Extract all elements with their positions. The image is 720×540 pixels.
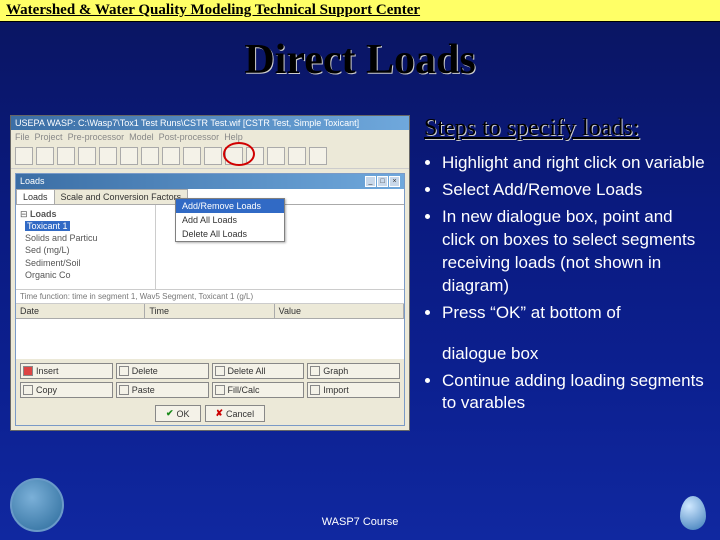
slide-title: Direct Loads (0, 36, 720, 84)
minimize-icon[interactable]: _ (365, 176, 376, 187)
tree-item-selected[interactable]: Toxicant 1 (25, 221, 70, 231)
step-item: Highlight and right click on variable (442, 152, 710, 175)
header-bar: Watershed & Water Quality Modeling Techn… (0, 0, 720, 22)
step-item: Press “OK” at bottom of (442, 302, 710, 325)
menu-item[interactable]: Pre-processor (68, 132, 125, 142)
menu-item[interactable]: Help (224, 132, 243, 142)
toolbar-button[interactable] (162, 147, 180, 165)
footer-course: WASP7 Course (322, 516, 399, 528)
toolbar-button[interactable] (141, 147, 159, 165)
graph-button[interactable]: Graph (307, 363, 400, 379)
plus-icon (23, 366, 33, 376)
toolbar-button[interactable] (267, 147, 285, 165)
delete-button[interactable]: Delete (116, 363, 209, 379)
steps-panel: Steps to specify loads: Highlight and ri… (410, 115, 710, 431)
step-item: In new dialogue box, point and click on … (442, 206, 710, 298)
step-item-cont: dialogue box (442, 343, 710, 366)
copy-button[interactable]: Copy (20, 382, 113, 398)
app-screenshot: USEPA WASP: C:\Wasp7\Tox1 Test Runs\CSTR… (10, 115, 410, 431)
toolbar-button[interactable] (99, 147, 117, 165)
menu-add-remove-loads[interactable]: Add/Remove Loads (176, 199, 284, 213)
chart-icon (310, 366, 320, 376)
menu-delete-all-loads[interactable]: Delete All Loads (176, 227, 284, 241)
ok-cancel-row: ✔OK ✘Cancel (16, 402, 404, 425)
grid-header: Date Time Value (16, 304, 404, 319)
toolbar-button[interactable] (120, 147, 138, 165)
copy-icon (23, 385, 33, 395)
col-date: Date (16, 304, 145, 318)
tree-item[interactable]: Sediment/Soil (25, 258, 81, 268)
water-drop-icon (680, 496, 706, 530)
grid-body[interactable] (16, 319, 404, 359)
check-icon: ✔ (166, 408, 174, 419)
insert-button[interactable]: Insert (20, 363, 113, 379)
app-toolbar (11, 144, 409, 169)
tab-loads[interactable]: Loads (16, 189, 55, 204)
menu-item[interactable]: Project (35, 132, 63, 142)
tree-item[interactable]: Solids and Particu (25, 233, 98, 243)
toolbar-button[interactable] (57, 147, 75, 165)
menu-add-all-loads[interactable]: Add All Loads (176, 213, 284, 227)
step-item: Continue adding loading segments to vara… (442, 370, 710, 416)
toolbar-button[interactable] (309, 147, 327, 165)
grid-hint: Time function: time in segment 1, Wav5 S… (16, 290, 404, 304)
loads-tree[interactable]: ⊟ Loads Toxicant 1 Solids and Particu Se… (16, 205, 156, 289)
toolbar-button[interactable] (78, 147, 96, 165)
calc-icon (215, 385, 225, 395)
loads-titlebar: Loads _ □ × (16, 174, 404, 189)
steps-list: Highlight and right click on variable Se… (424, 152, 710, 325)
menu-item[interactable]: Post-processor (159, 132, 220, 142)
step-item: Select Add/Remove Loads (442, 179, 710, 202)
paste-button[interactable]: Paste (116, 382, 209, 398)
close-icon[interactable]: × (389, 176, 400, 187)
tree-root[interactable]: Loads (30, 209, 57, 219)
delete-all-button[interactable]: Delete All (212, 363, 305, 379)
import-button[interactable]: Import (307, 382, 400, 398)
steps-list-3: Continue adding loading segments to vara… (424, 370, 710, 416)
toolbar-button[interactable] (36, 147, 54, 165)
tree-item[interactable]: Sed (mg/L) (25, 245, 70, 255)
steps-list-2: dialogue box (424, 343, 710, 366)
toolbar-button[interactable] (15, 147, 33, 165)
toolbar-button[interactable] (183, 147, 201, 165)
minus-icon (119, 366, 129, 376)
tab-scale[interactable]: Scale and Conversion Factors (54, 189, 189, 204)
x-icon: ✘ (216, 408, 224, 419)
steps-title: Steps to specify loads: (424, 115, 710, 142)
toolbar-button[interactable] (204, 147, 222, 165)
epa-seal-icon (10, 478, 64, 532)
col-time: Time (145, 304, 274, 318)
menu-item[interactable]: File (15, 132, 30, 142)
loads-button-grid: Insert Delete Delete All Graph Copy Past… (16, 359, 404, 402)
trash-icon (215, 366, 225, 376)
app-menubar: File Project Pre-processor Model Post-pr… (11, 130, 409, 144)
fillcalc-button[interactable]: Fill/Calc (212, 382, 305, 398)
loads-title-text: Loads (20, 176, 45, 187)
highlight-oval-icon (223, 142, 255, 166)
import-icon (310, 385, 320, 395)
menu-item[interactable]: Model (129, 132, 154, 142)
loads-window: Loads _ □ × Loads Scale and Conversion F… (15, 173, 405, 426)
content-row: USEPA WASP: C:\Wasp7\Tox1 Test Runs\CSTR… (0, 115, 720, 431)
app-titlebar: USEPA WASP: C:\Wasp7\Tox1 Test Runs\CSTR… (11, 116, 409, 130)
col-value: Value (275, 304, 404, 318)
toolbar-button[interactable] (288, 147, 306, 165)
maximize-icon[interactable]: □ (377, 176, 388, 187)
cancel-button[interactable]: ✘Cancel (205, 405, 266, 422)
tree-item[interactable]: Organic Co (25, 270, 71, 280)
ok-button[interactable]: ✔OK (155, 405, 201, 422)
context-menu: Add/Remove Loads Add All Loads Delete Al… (175, 198, 285, 242)
paste-icon (119, 385, 129, 395)
